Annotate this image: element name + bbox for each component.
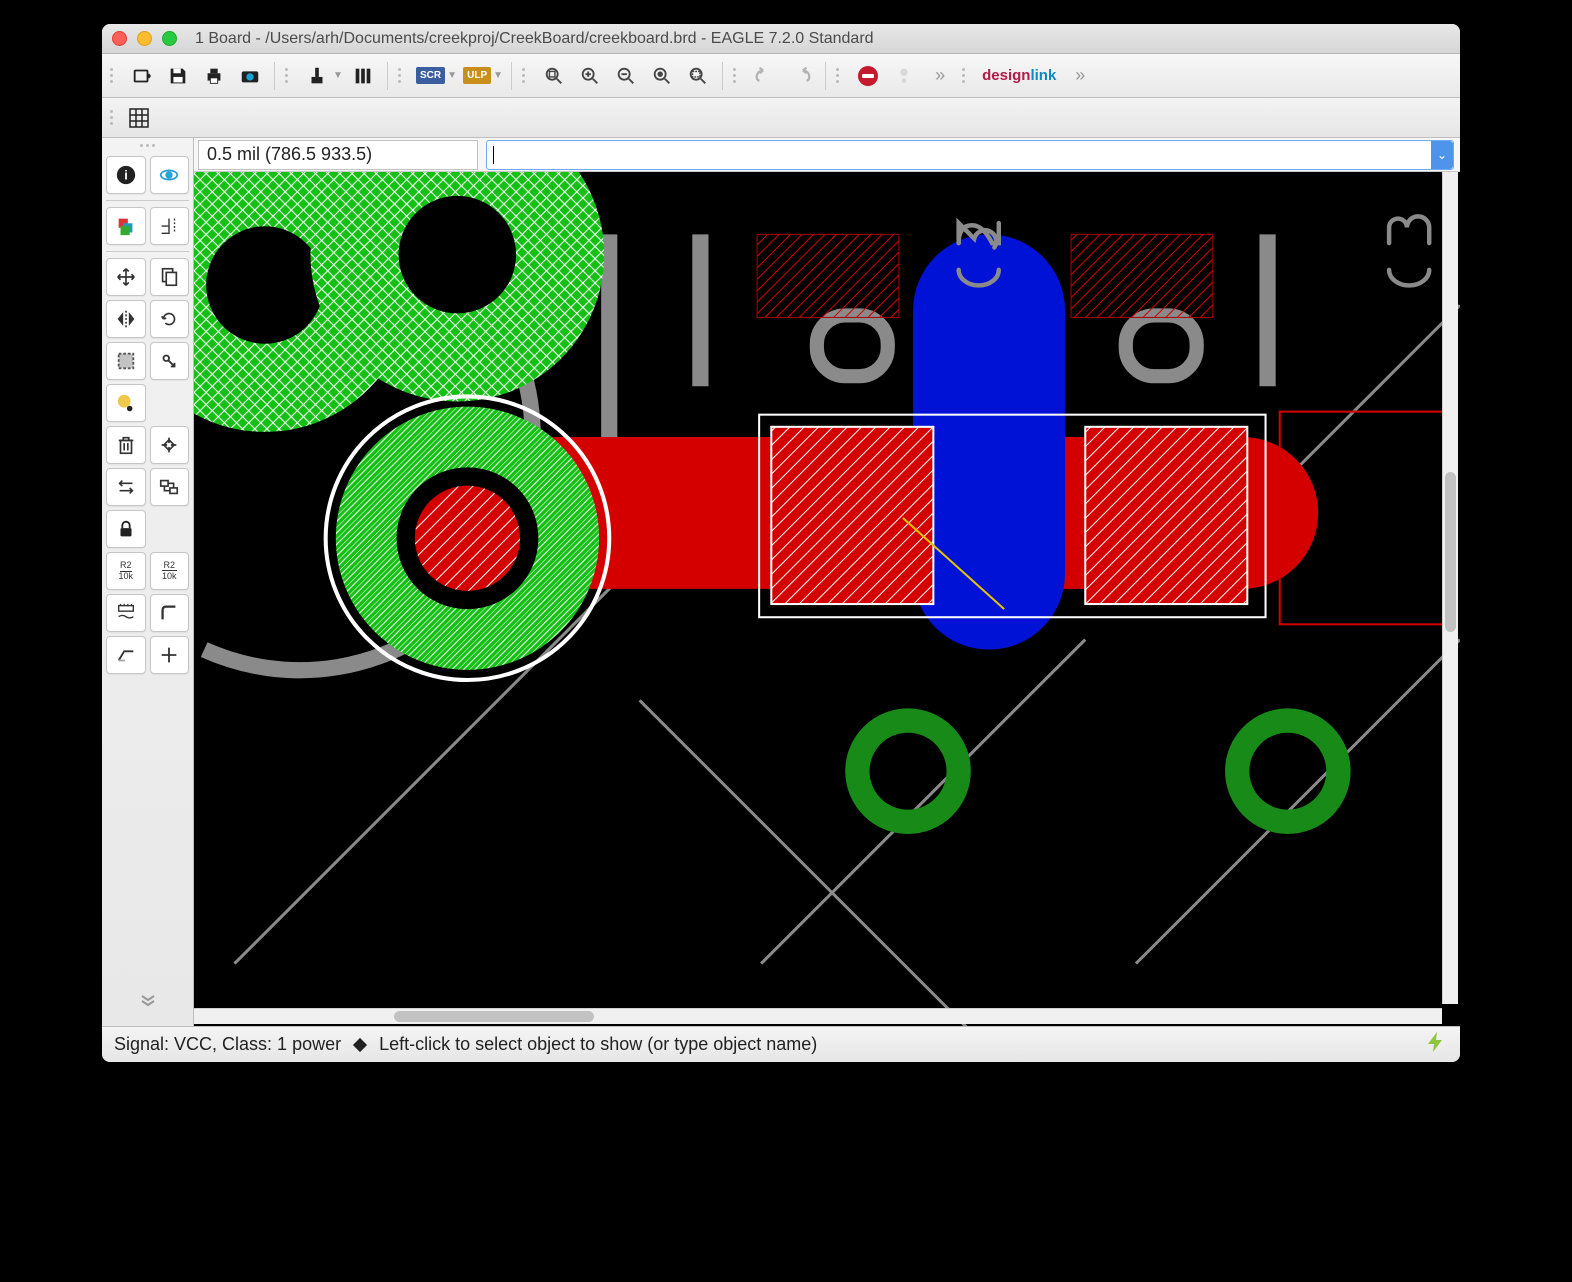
scrollbar-thumb[interactable] [1445,472,1456,632]
palette-overflow[interactable] [106,983,189,1020]
cam-button[interactable] [234,60,266,92]
redo-button[interactable] [785,60,817,92]
tool-palette: i [102,138,194,1026]
empty-slot [150,384,190,422]
toolbar-separator [825,62,826,90]
lock-tool[interactable] [106,510,146,548]
optimize-tool[interactable] [150,636,190,674]
toolbar-separator [722,62,723,90]
window-title: 1 Board - /Users/arh/Documents/creekproj… [195,30,874,48]
scrollbar-thumb[interactable] [394,1011,594,1022]
toolbar-grip[interactable] [110,61,120,91]
library-button[interactable] [347,60,379,92]
toolbar-grip[interactable] [522,61,532,91]
ulp-badge: ULP [463,67,491,84]
palette-separator [106,251,189,252]
activity-icon [1424,1029,1448,1061]
toolbar-grip[interactable] [398,61,408,91]
change-tool[interactable] [150,342,190,380]
delete-tool[interactable] [106,426,146,464]
command-dropdown-button[interactable]: ⌄ [1431,141,1453,169]
show-tool[interactable] [150,156,190,194]
zoom-redraw-button[interactable] [646,60,678,92]
zoom-fit-button[interactable] [538,60,570,92]
toolbar-grip[interactable] [836,61,846,91]
add-tool[interactable] [150,426,190,464]
toolbar-grip[interactable] [733,61,743,91]
horizontal-scrollbar[interactable] [194,1008,1442,1024]
undo-button[interactable] [749,60,781,92]
vertical-scrollbar[interactable] [1442,172,1458,1004]
smash-tool[interactable] [106,594,146,632]
replace-tool[interactable] [150,468,190,506]
toolbar-separator [387,62,388,90]
zoom-out-button[interactable] [610,60,642,92]
toolbar-grip[interactable] [110,103,120,133]
status-bar: Signal: VCC, Class: 1 power Left-click t… [102,1026,1460,1062]
coordinate-display: 0.5 mil (786.5 933.5) [198,140,478,170]
paste-tool[interactable] [106,384,146,422]
palette-separator [106,200,189,201]
svg-text:i: i [124,168,128,183]
toolbar-overflow-button[interactable]: » [924,60,956,92]
empty-slot [150,510,190,548]
info-tool[interactable]: i [106,156,146,194]
dropdown-arrow-icon[interactable]: ▼ [493,70,503,81]
stop-icon [858,66,878,86]
toolbar-overflow-button-2[interactable]: » [1064,60,1096,92]
main-toolbar: ▼ SCR ▼ ULP ▼ [102,54,1460,98]
schematic-board-button[interactable] [301,60,333,92]
ulp-button[interactable]: ULP [461,60,493,92]
window-controls [112,31,177,46]
mark-tool[interactable] [150,207,190,245]
open-button[interactable] [126,60,158,92]
toolbar-separator [274,62,275,90]
print-button[interactable] [198,60,230,92]
stop-button[interactable] [852,60,884,92]
command-input[interactable]: ⌄ [486,140,1454,170]
grid-button[interactable] [122,103,156,133]
status-signal: Signal: VCC, Class: 1 power [114,1034,341,1055]
pinswap-tool[interactable] [106,468,146,506]
rotate-tool[interactable] [150,300,190,338]
parameters-toolbar [102,98,1460,138]
window-minimize-button[interactable] [137,31,152,46]
window-zoom-button[interactable] [162,31,177,46]
scr-button[interactable]: SCR [414,60,447,92]
layers-tool[interactable] [106,207,146,245]
dropdown-arrow-icon[interactable]: ▼ [333,70,343,81]
status-hint: Left-click to select object to show (or … [379,1034,817,1055]
move-tool[interactable] [106,258,146,296]
window-close-button[interactable] [112,31,127,46]
zoom-select-button[interactable] [682,60,714,92]
dropdown-arrow-icon[interactable]: ▼ [447,70,457,81]
toolbar-separator [511,62,512,90]
toolbar-grip[interactable] [108,144,187,152]
command-field[interactable] [494,146,1447,164]
split-tool[interactable] [106,636,146,674]
designlink-label-1: design [982,67,1030,84]
mirror-tool[interactable] [106,300,146,338]
save-button[interactable] [162,60,194,92]
diamond-icon [353,1037,367,1051]
zoom-in-button[interactable] [574,60,606,92]
value-tool[interactable]: R210k [150,552,190,590]
scr-badge: SCR [416,67,445,84]
copy-tool[interactable] [150,258,190,296]
editor-area: 0.5 mil (786.5 933.5) ⌄ [194,138,1460,1026]
toolbar-grip[interactable] [962,61,972,91]
main-area: i [102,138,1460,1026]
titlebar: 1 Board - /Users/arh/Documents/creekproj… [102,24,1460,54]
board-canvas[interactable] [194,172,1460,1026]
board-drawing [194,172,1460,1026]
app-window: 1 Board - /Users/arh/Documents/creekproj… [102,24,1460,1062]
designlink-button[interactable]: designlink [978,60,1060,92]
toolbar-grip[interactable] [285,61,295,91]
group-tool[interactable] [106,342,146,380]
go-button[interactable] [888,60,920,92]
coordinate-bar: 0.5 mil (786.5 933.5) ⌄ [194,138,1460,172]
designlink-label-2: link [1030,67,1056,84]
name-tool[interactable]: R210k [106,552,146,590]
miter-tool[interactable] [150,594,190,632]
